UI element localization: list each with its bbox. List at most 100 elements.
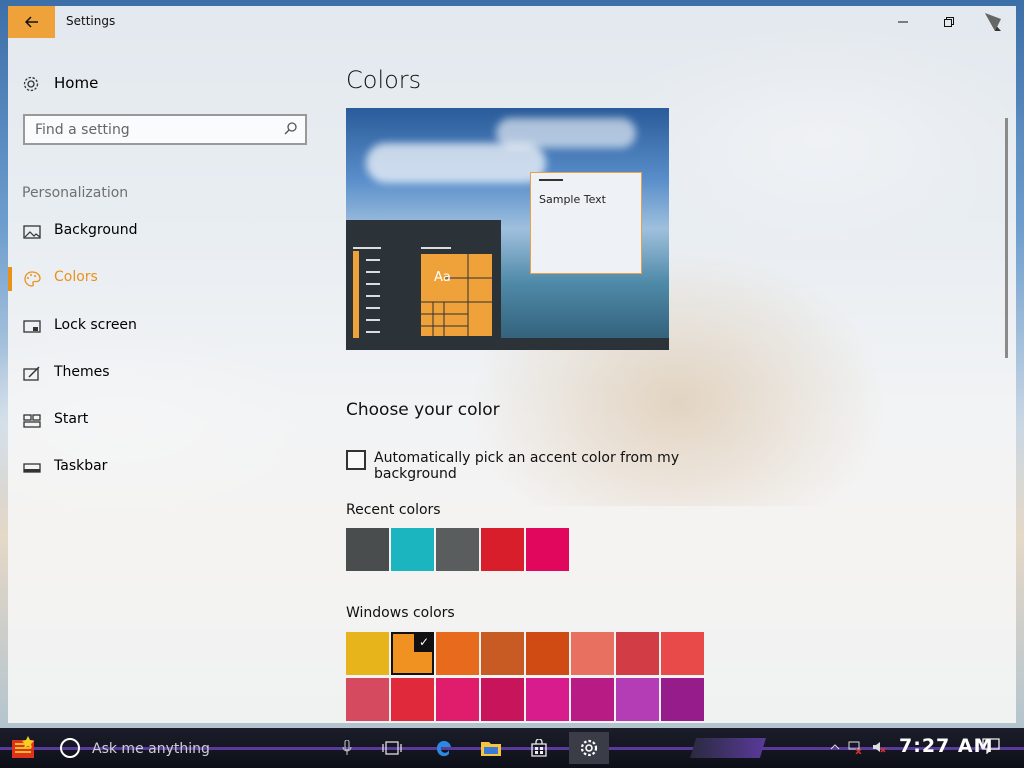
- sidebar-item-colors[interactable]: Colors: [8, 259, 328, 299]
- windows-color-swatch[interactable]: [571, 632, 614, 675]
- restore-icon: [944, 17, 954, 27]
- sidebar-item-themes[interactable]: Themes: [8, 354, 328, 394]
- minimize-icon: [898, 21, 908, 23]
- scrollbar[interactable]: [1005, 118, 1008, 358]
- preview-sample-text: Sample Text: [539, 193, 606, 206]
- preview-title-bar: [539, 179, 563, 181]
- edge-browser-button[interactable]: [424, 732, 464, 764]
- preview-menu-line: [366, 331, 380, 333]
- preview-menu-line: [366, 295, 380, 297]
- clock[interactable]: 7:27 AM: [899, 735, 994, 757]
- home-label: Home: [54, 74, 99, 92]
- edge-icon: [436, 740, 451, 757]
- windows-color-swatch[interactable]: [571, 678, 614, 721]
- windows-color-swatch[interactable]: [661, 632, 704, 675]
- windows-color-swatch[interactable]: [481, 678, 524, 721]
- auto-accent-checkbox-row[interactable]: Automatically pick an accent color from …: [346, 448, 746, 482]
- picture-icon: [23, 225, 41, 239]
- restore-button[interactable]: [926, 6, 972, 38]
- sidebar-item-label: Colors: [54, 269, 98, 285]
- store-bag-icon: [531, 739, 547, 757]
- recent-color-swatch[interactable]: [436, 528, 479, 571]
- volume-icon[interactable]: [872, 740, 886, 754]
- preview-cloud: [366, 143, 546, 183]
- recent-colors-label: Recent colors: [346, 502, 441, 518]
- sidebar-item-start[interactable]: Start: [8, 401, 328, 441]
- preview-menu-line: [353, 247, 381, 249]
- palette-icon: [24, 271, 41, 287]
- windows-color-swatch[interactable]: [526, 632, 569, 675]
- auto-accent-checkbox[interactable]: [346, 450, 366, 470]
- sidebar-item-label: Taskbar: [54, 458, 108, 474]
- preview-menu-line: [366, 283, 380, 285]
- preview-menu-line: [366, 271, 380, 273]
- settings-taskbar-button[interactable]: [569, 732, 609, 764]
- preview-menu-line: [421, 247, 451, 249]
- windows-color-swatch[interactable]: [481, 632, 524, 675]
- windows-color-swatch[interactable]: [436, 632, 479, 675]
- windows-color-swatch[interactable]: [436, 678, 479, 721]
- preview-sample-window: Sample Text: [530, 172, 642, 274]
- recent-color-swatch[interactable]: [346, 528, 389, 571]
- close-button[interactable]: [970, 6, 1016, 38]
- file-explorer-button[interactable]: [471, 732, 511, 764]
- sidebar-item-label: Themes: [54, 364, 110, 380]
- sidebar-item-label: Start: [54, 411, 89, 427]
- preview-menu-line: [366, 259, 380, 261]
- minimize-button[interactable]: [880, 6, 926, 38]
- cortana-icon: [60, 738, 80, 758]
- windows-color-swatch[interactable]: [616, 632, 659, 675]
- recent-color-swatch[interactable]: [391, 528, 434, 571]
- network-icon[interactable]: [848, 740, 862, 754]
- back-button[interactable]: [8, 6, 55, 38]
- preview-tile-grid: [421, 254, 492, 336]
- recent-color-swatch[interactable]: [526, 528, 569, 571]
- windows-color-swatch[interactable]: [661, 678, 704, 721]
- sidebar-item-taskbar[interactable]: Taskbar: [8, 448, 328, 488]
- window-title: Settings: [66, 14, 116, 28]
- preview-start-menu: Aa: [346, 220, 501, 350]
- preview-accent-strip: [353, 251, 359, 339]
- section-header: Personalization: [22, 185, 129, 201]
- preview-taskbar: [346, 338, 669, 350]
- microphone-icon[interactable]: [342, 740, 352, 756]
- setting-search-box[interactable]: [23, 114, 307, 145]
- home-nav-item[interactable]: Home: [8, 68, 328, 98]
- settings-window: Settings Home Find a setting Personaliza…: [8, 6, 1016, 723]
- preview-cloud: [496, 118, 636, 148]
- cortana-search[interactable]: [50, 732, 370, 764]
- store-button[interactable]: [519, 732, 559, 764]
- search-icon[interactable]: [283, 121, 299, 137]
- cortana-search-input[interactable]: [90, 736, 334, 762]
- taskbar-decoration: [690, 738, 766, 758]
- preview-tile-text: Aa: [434, 270, 451, 285]
- windows-color-swatch[interactable]: [346, 632, 389, 675]
- preview-tile-group: Aa: [421, 254, 492, 336]
- choose-color-heading: Choose your color: [346, 400, 500, 420]
- start-tiles-icon: [23, 414, 41, 428]
- windows-color-swatch[interactable]: [391, 678, 434, 721]
- windows-color-swatch[interactable]: [616, 678, 659, 721]
- brush-icon: [23, 366, 40, 381]
- preview-menu-line: [366, 307, 380, 309]
- task-view-button[interactable]: [372, 732, 412, 764]
- windows-color-swatch[interactable]: ✓: [391, 632, 434, 675]
- monitor-icon: [23, 320, 41, 333]
- task-view-icon: [382, 741, 402, 755]
- action-center-icon[interactable]: [982, 738, 1000, 754]
- sidebar-item-label: Lock screen: [54, 317, 137, 333]
- recent-color-swatch[interactable]: [481, 528, 524, 571]
- search-input[interactable]: [25, 116, 275, 143]
- chevron-up-icon[interactable]: [828, 740, 842, 754]
- sidebar-item-lock-screen[interactable]: Lock screen: [8, 307, 328, 347]
- sidebar-item-background[interactable]: Background: [8, 212, 328, 252]
- start-button[interactable]: [10, 734, 38, 762]
- auto-accent-label: Automatically pick an accent color from …: [374, 450, 680, 482]
- gear-icon: [580, 739, 598, 757]
- windows-color-swatch[interactable]: [526, 678, 569, 721]
- preview-menu-line: [366, 319, 380, 321]
- gear-icon: [23, 76, 39, 92]
- title-bar: Settings: [8, 6, 1016, 38]
- page-title: Colors: [346, 66, 422, 94]
- windows-color-swatch[interactable]: [346, 678, 389, 721]
